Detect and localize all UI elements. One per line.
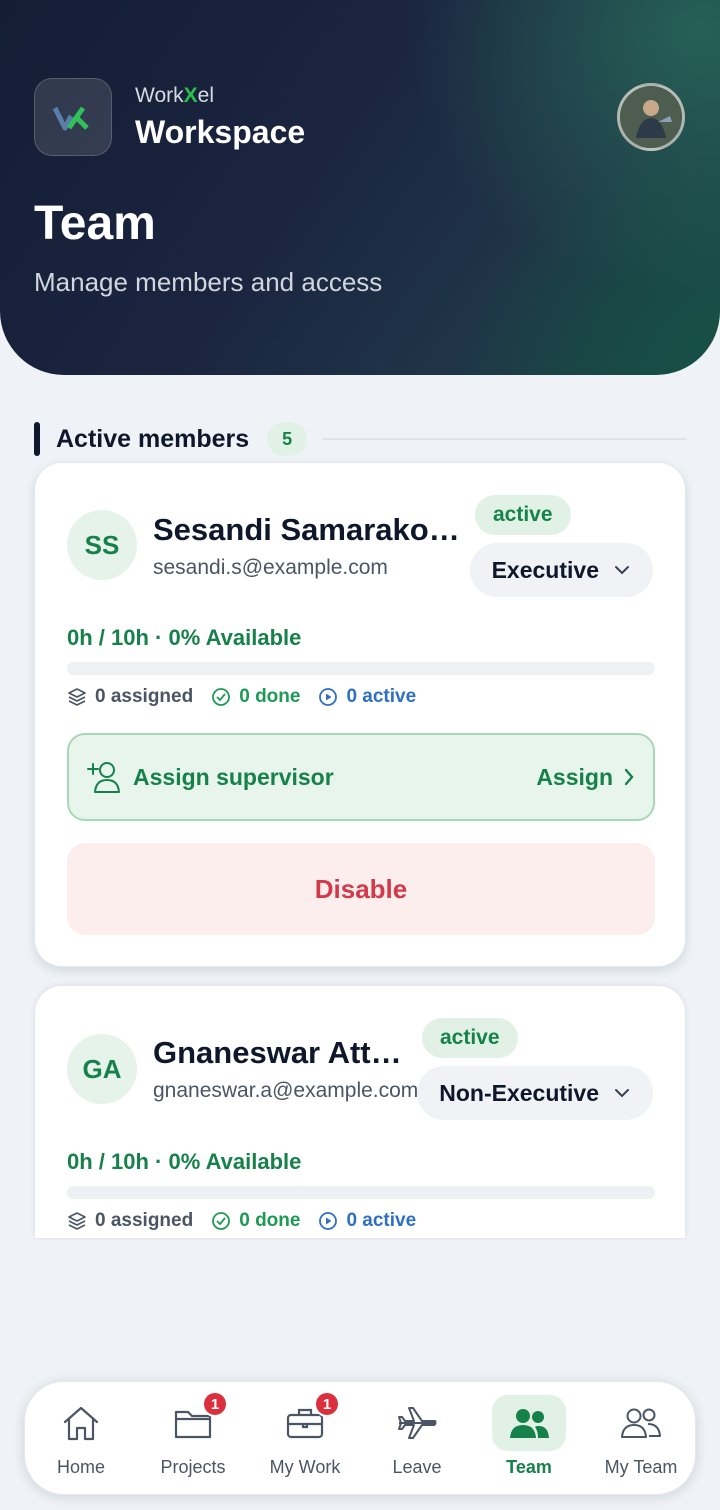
- task-stats: 0 assigned 0 done 0 active: [67, 686, 434, 708]
- assigned-stat: 0 assigned: [67, 686, 193, 708]
- member-initials-avatar: SS: [67, 510, 137, 580]
- member-initials-avatar: GA: [67, 1034, 137, 1104]
- section-accent-bar: [34, 422, 40, 456]
- header-banner: WorkXel Workspace Team Manage members an…: [0, 0, 720, 375]
- role-select[interactable]: Executive: [469, 543, 653, 597]
- page-subtitle: Manage members and access: [34, 267, 383, 297]
- play-circle-icon: [319, 688, 338, 706]
- section-title: Active members: [56, 424, 250, 453]
- users-icon: [621, 1408, 661, 1438]
- check-circle-icon: [212, 1212, 231, 1230]
- member-name: Gnaneswar Attu...: [153, 1035, 415, 1070]
- tab-leave[interactable]: Leave: [361, 1382, 473, 1496]
- tab-home[interactable]: Home: [25, 1382, 137, 1496]
- member-email: gnaneswar.a@example.com: [153, 1079, 419, 1102]
- member-card: SS Sesandi Samarakoon sesandi.s@example.…: [34, 462, 686, 967]
- availability-bar: [67, 662, 655, 675]
- role-select-value: Executive: [491, 556, 599, 583]
- team-icon: [510, 1409, 549, 1438]
- plane-icon: [398, 1407, 437, 1439]
- member-email: sesandi.s@example.com: [153, 556, 388, 579]
- layers-icon: [68, 1212, 86, 1230]
- home-icon: [63, 1406, 99, 1441]
- user-avatar[interactable]: [617, 83, 685, 151]
- tab-team[interactable]: Team: [473, 1382, 585, 1496]
- bottom-tab-bar: Home 1 Projects 1 My Work Leave Team My …: [24, 1381, 696, 1495]
- availability-text: 0h / 10h · 0% Available: [67, 1149, 302, 1174]
- app-logo: [34, 78, 112, 156]
- disable-button[interactable]: Disable: [67, 843, 655, 935]
- layers-icon: [68, 688, 86, 706]
- availability-text: 0h / 10h · 0% Available: [67, 625, 302, 650]
- chevron-right-icon: [624, 768, 634, 786]
- done-stat: 0 done: [211, 686, 300, 708]
- tab-my-team[interactable]: My Team: [585, 1382, 697, 1496]
- workspace-label: Workspace: [135, 114, 306, 150]
- play-circle-icon: [319, 1212, 338, 1230]
- section-header: Active members 5: [34, 422, 686, 456]
- role-select[interactable]: Non-Executive: [417, 1066, 653, 1120]
- tab-my-work[interactable]: 1 My Work: [249, 1382, 361, 1496]
- member-card: GA Gnaneswar Attu... gnaneswar.a@example…: [34, 985, 686, 1239]
- check-circle-icon: [212, 688, 231, 706]
- notification-badge: 1: [314, 1391, 340, 1417]
- done-stat: 0 done: [211, 1210, 300, 1232]
- status-badge: active: [475, 495, 571, 535]
- role-select-value: Non-Executive: [439, 1079, 599, 1106]
- assign-action: Assign: [536, 764, 635, 791]
- add-user-icon: [87, 762, 120, 793]
- assign-supervisor-button[interactable]: Assign supervisor Assign: [67, 733, 655, 821]
- active-stat: 0 active: [318, 1210, 416, 1232]
- active-stat: 0 active: [318, 686, 416, 708]
- availability-bar: [67, 1186, 655, 1199]
- status-badge: active: [422, 1018, 518, 1058]
- tab-projects[interactable]: 1 Projects: [137, 1382, 249, 1496]
- task-stats: 0 assigned 0 done 0 active: [67, 1210, 434, 1232]
- member-count-badge: 5: [267, 422, 308, 456]
- chevron-down-icon: [615, 566, 629, 575]
- member-name: Sesandi Samarakoon: [153, 512, 463, 547]
- assigned-stat: 0 assigned: [67, 1210, 193, 1232]
- notification-badge: 1: [202, 1391, 228, 1417]
- section-divider: [323, 438, 686, 440]
- page-title: Team: [34, 197, 156, 250]
- chevron-down-icon: [615, 1089, 629, 1098]
- assign-supervisor-label: Assign supervisor: [133, 763, 334, 790]
- brand-name: WorkXel: [135, 84, 214, 107]
